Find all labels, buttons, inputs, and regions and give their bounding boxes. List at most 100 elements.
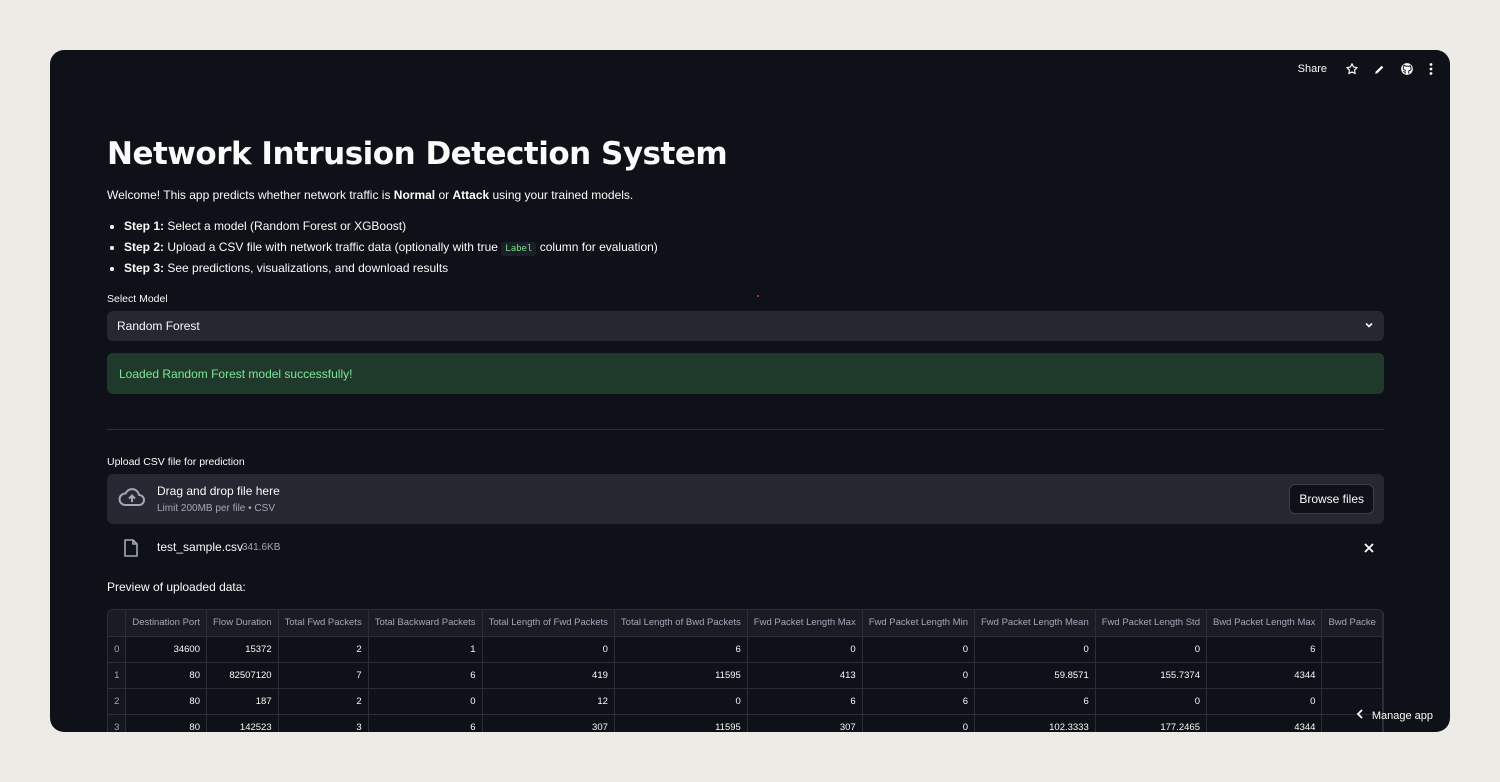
table-cell[interactable]: 307 — [482, 714, 615, 732]
data-table[interactable]: Destination Port Flow Duration Total Fwd… — [107, 609, 1384, 732]
table-cell[interactable]: 0 — [862, 636, 976, 663]
list-item: Step 1: Select a model (Random Forest or… — [124, 218, 658, 239]
column-header[interactable]: Bwd Packet Length Max — [1206, 610, 1323, 637]
chevron-down-icon — [1364, 319, 1374, 333]
table-cell[interactable]: 187 — [206, 688, 279, 715]
column-header[interactable]: Destination Port — [125, 610, 207, 637]
table-cell[interactable]: 2 — [278, 636, 369, 663]
success-message: Loaded Random Forest model successfully! — [119, 366, 353, 381]
table-row: 2 80 187 2 0 12 0 6 6 6 0 0 — [108, 688, 1383, 715]
table-cell[interactable]: 142523 — [206, 714, 279, 732]
model-select-value: Random Forest — [117, 319, 200, 333]
table-cell[interactable]: 2 — [278, 688, 369, 715]
table-cell[interactable]: 59.8571 — [974, 662, 1096, 689]
divider — [107, 429, 1384, 430]
close-icon[interactable] — [1363, 541, 1375, 559]
column-header[interactable]: Total Backward Packets — [368, 610, 483, 637]
dropzone-title: Drag and drop file here — [157, 484, 280, 498]
github-icon[interactable] — [1400, 62, 1414, 76]
table-cell[interactable]: 0 — [1095, 636, 1207, 663]
cloud-upload-icon — [118, 487, 146, 514]
page-title: Network Intrusion Detection System — [107, 136, 728, 172]
table-cell[interactable]: 1 — [368, 636, 483, 663]
table-header-row: Destination Port Flow Duration Total Fwd… — [108, 610, 1383, 637]
table-cell[interactable]: 3 — [278, 714, 369, 732]
top-toolbar: Share — [1298, 62, 1434, 76]
table-row: 1 80 82507120 7 6 419 11595 413 0 59.857… — [108, 662, 1383, 689]
share-button[interactable]: Share — [1298, 63, 1327, 75]
manage-app-button[interactable]: Manage app — [1356, 709, 1433, 722]
table-cell[interactable]: 0 — [862, 662, 976, 689]
more-vertical-icon[interactable] — [1428, 62, 1434, 76]
label-code: Label — [501, 242, 537, 256]
model-select[interactable]: Random Forest — [107, 311, 1384, 341]
column-header[interactable] — [108, 610, 127, 637]
table-cell[interactable]: 102.3333 — [974, 714, 1096, 732]
table-row: 0 34600 15372 2 1 0 6 0 0 0 0 6 — [108, 636, 1383, 663]
table-cell[interactable]: 4344 — [1206, 714, 1323, 732]
column-header[interactable]: Total Length of Fwd Packets — [482, 610, 615, 637]
table-cell[interactable]: 0 — [974, 636, 1096, 663]
table-cell[interactable]: 419 — [482, 662, 615, 689]
table-cell[interactable]: 80 — [125, 662, 207, 689]
table-cell[interactable]: 6 — [862, 688, 976, 715]
table-cell[interactable]: 6 — [614, 636, 748, 663]
table-cell[interactable]: 11595 — [614, 714, 748, 732]
table-cell[interactable]: 4344 — [1206, 662, 1323, 689]
table-cell[interactable]: 80 — [125, 714, 207, 732]
table-cell[interactable]: 82507120 — [206, 662, 279, 689]
table-cell[interactable] — [1321, 662, 1383, 689]
table-cell[interactable]: 413 — [747, 662, 863, 689]
row-index: 1 — [108, 662, 127, 689]
table-cell[interactable]: 6 — [368, 714, 483, 732]
table-cell[interactable]: 34600 — [125, 636, 207, 663]
column-header[interactable]: Fwd Packet Length Mean — [974, 610, 1096, 637]
column-header[interactable]: Total Length of Bwd Packets — [614, 610, 748, 637]
column-header[interactable]: Flow Duration — [206, 610, 279, 637]
table-cell[interactable]: 177.2465 — [1095, 714, 1207, 732]
table-cell[interactable]: 0 — [368, 688, 483, 715]
table-cell[interactable]: 15372 — [206, 636, 279, 663]
list-item: Step 2: Upload a CSV file with network t… — [124, 239, 658, 260]
table-cell[interactable]: 0 — [482, 636, 615, 663]
table-cell[interactable]: 0 — [1095, 688, 1207, 715]
table-cell[interactable]: 0 — [1206, 688, 1323, 715]
column-header[interactable]: Fwd Packet Length Max — [747, 610, 863, 637]
steps-list: Step 1: Select a model (Random Forest or… — [124, 218, 658, 281]
table-cell[interactable] — [1321, 636, 1383, 663]
table-cell[interactable]: 11595 — [614, 662, 748, 689]
table-cell[interactable]: 155.7374 — [1095, 662, 1207, 689]
pencil-icon[interactable] — [1373, 63, 1386, 76]
cursor-dot — [757, 295, 759, 297]
table-cell[interactable]: 7 — [278, 662, 369, 689]
column-header[interactable]: Fwd Packet Length Min — [862, 610, 976, 637]
table-cell[interactable]: 0 — [614, 688, 748, 715]
table-cell[interactable]: 80 — [125, 688, 207, 715]
star-icon[interactable] — [1345, 62, 1359, 76]
list-item: Step 3: See predictions, visualizations,… — [124, 260, 658, 281]
column-header[interactable]: Fwd Packet Length Std — [1095, 610, 1207, 637]
success-alert: Loaded Random Forest model successfully! — [107, 353, 1384, 394]
app-window: Share Network Intrusion Detection System… — [50, 50, 1450, 732]
column-header[interactable]: Bwd Packe — [1321, 610, 1383, 637]
browse-files-button[interactable]: Browse files — [1289, 484, 1374, 514]
intro-text: Welcome! This app predicts whether netwo… — [107, 188, 634, 202]
select-model-label: Select Model — [107, 293, 168, 305]
table-cell[interactable]: 0 — [862, 714, 976, 732]
table-cell[interactable]: 6 — [974, 688, 1096, 715]
row-index: 0 — [108, 636, 127, 663]
table-row: 3 80 142523 3 6 307 11595 307 0 102.3333… — [108, 714, 1383, 732]
file-size: 341.6KB — [242, 542, 281, 553]
preview-label: Preview of uploaded data: — [107, 580, 246, 594]
row-index: 2 — [108, 688, 127, 715]
file-dropzone[interactable]: Drag and drop file here Limit 200MB per … — [107, 474, 1384, 524]
column-header[interactable]: Total Fwd Packets — [278, 610, 369, 637]
file-name: test_sample.csv — [157, 540, 244, 554]
table-cell[interactable]: 307 — [747, 714, 863, 732]
table-cell[interactable]: 6 — [747, 688, 863, 715]
dropzone-subtitle: Limit 200MB per file • CSV — [157, 503, 275, 514]
table-cell[interactable]: 0 — [747, 636, 863, 663]
table-cell[interactable]: 6 — [1206, 636, 1323, 663]
table-cell[interactable]: 12 — [482, 688, 615, 715]
table-cell[interactable]: 6 — [368, 662, 483, 689]
